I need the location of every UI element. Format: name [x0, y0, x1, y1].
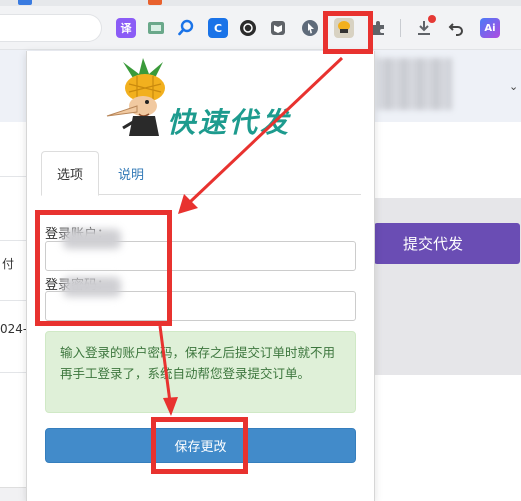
divider	[0, 372, 26, 373]
reader-icon[interactable]	[268, 18, 288, 38]
address-bar[interactable]	[0, 14, 102, 42]
chevron-down-icon[interactable]: ⌄	[509, 80, 518, 93]
table-cell-fragment: 付	[2, 257, 15, 271]
ai-assistant-icon[interactable]: Ai	[480, 18, 500, 38]
cursor-icon[interactable]	[300, 18, 320, 38]
back-icon[interactable]	[446, 18, 466, 38]
browser-toolbar: 译 C Ai	[0, 0, 521, 50]
divider	[0, 240, 26, 241]
annotation-box-save	[151, 417, 248, 474]
dark-circle-icon[interactable]	[238, 18, 258, 38]
tab-options[interactable]: 选项	[41, 151, 99, 196]
tab-favicon[interactable]	[18, 0, 32, 5]
table-cell-fragment: 024-	[0, 322, 28, 336]
c-extension-icon[interactable]: C	[208, 18, 228, 38]
divider	[0, 300, 26, 301]
divider	[0, 176, 26, 177]
info-notice: 输入登录的账户密码，保存之后提交订单时就不用再手工登录了，系统自动帮您登录提交订…	[45, 331, 356, 413]
tab-instructions[interactable]: 说明	[105, 151, 157, 195]
tab-favicon[interactable]	[148, 0, 162, 5]
logo-text: 快速代发	[167, 106, 292, 139]
annotation-box-credentials	[35, 210, 172, 326]
search-icon[interactable]	[176, 18, 196, 38]
annotation-box-extension	[323, 11, 373, 54]
blurred-username	[376, 58, 452, 110]
popup-tabs: 选项 说明	[41, 151, 361, 196]
screenshot-icon[interactable]	[146, 18, 166, 38]
toolbar-divider	[400, 19, 401, 37]
download-badge	[428, 15, 436, 23]
tab-strip	[0, 0, 521, 6]
translate-icon[interactable]: 译	[116, 18, 136, 38]
submit-order-button[interactable]: 提交代发	[374, 223, 520, 264]
